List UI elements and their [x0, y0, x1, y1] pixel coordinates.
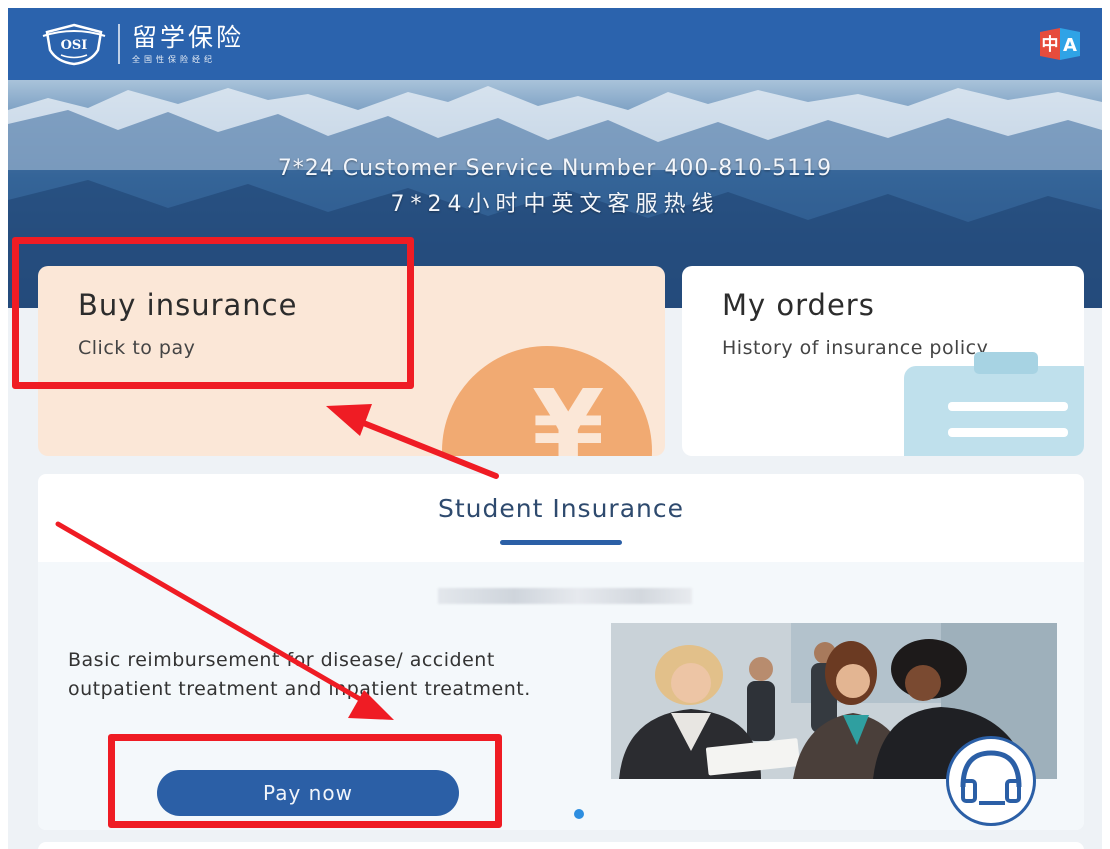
language-switch-icon[interactable]: 中 A: [1038, 24, 1082, 64]
yen-icon: ¥: [532, 367, 605, 456]
section-title: Student Insurance: [437, 494, 685, 523]
svg-text:A: A: [1063, 35, 1077, 56]
top-header: OSI 留学保险 全国性保险经纪 中 A: [8, 8, 1102, 80]
brand-name: 留学保险: [132, 22, 245, 52]
annotation-box-buy: [12, 237, 414, 389]
section-title-underline: [500, 540, 622, 545]
my-orders-title: My orders: [722, 288, 875, 322]
clipboard-icon: [904, 352, 1084, 456]
customer-service-button[interactable]: [946, 736, 1036, 826]
product-description: Basic reimbursement for disease/ acciden…: [68, 649, 531, 700]
my-orders-card[interactable]: My orders History of insurance policy: [682, 266, 1084, 456]
logo-divider: [118, 24, 120, 64]
service-number-cn: 7*24小时中英文客服热线: [390, 192, 720, 217]
carousel-dot[interactable]: [574, 809, 584, 819]
brand-subtitle: 全国性保险经纪: [132, 54, 216, 64]
page: OSI 留学保险 全国性保险经纪 中 A 7*24 Customer Servi…: [8, 8, 1102, 849]
headset-icon: [960, 750, 1022, 805]
product-name-blurred: [438, 588, 692, 604]
brand: 留学保险 全国性保险经纪: [132, 22, 245, 65]
annotation-box-pay: [108, 734, 502, 828]
svg-text:中: 中: [1042, 34, 1059, 55]
next-section-edge: [38, 842, 1084, 849]
service-number-en: 7*24 Customer Service Number 400-810-511…: [277, 156, 833, 181]
shield-logo-icon: OSI: [40, 22, 108, 66]
logo-text: OSI: [61, 38, 88, 53]
